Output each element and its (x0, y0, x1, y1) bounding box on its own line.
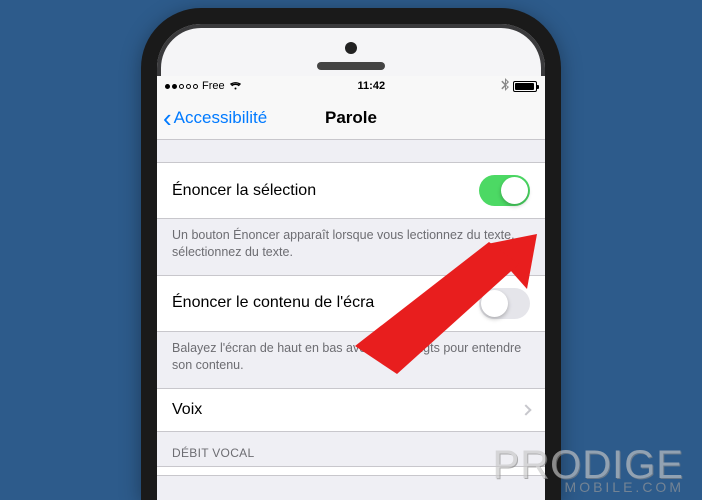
chevron-right-icon (520, 404, 531, 415)
back-label: Accessibilité (174, 108, 268, 128)
row-speak-selection[interactable]: Énoncer la sélection (157, 162, 545, 219)
row-rate[interactable] (157, 466, 545, 476)
section-header-rate: DÉBIT VOCAL (157, 432, 545, 466)
screen: Free 11:42 ‹ Accessibilité Parole (157, 76, 545, 500)
switch-speak-selection[interactable] (479, 175, 530, 206)
row-speak-screen-desc: Balayez l'écran de haut en bas avec deux… (157, 332, 545, 388)
nav-bar: ‹ Accessibilité Parole (157, 96, 545, 140)
clock: 11:42 (358, 80, 386, 92)
carrier-label: Free (202, 80, 225, 92)
status-bar: Free 11:42 (157, 76, 545, 96)
row-voice[interactable]: Voix (157, 388, 545, 432)
switch-speak-screen[interactable] (479, 288, 530, 319)
row-label: Énoncer le contenu de l'écra (172, 294, 374, 312)
speaker-grille (317, 62, 385, 70)
row-speak-selection-desc: Un bouton Énoncer apparaît lorsque vous … (157, 219, 545, 275)
bluetooth-icon (501, 78, 509, 94)
chevron-left-icon: ‹ (163, 105, 172, 131)
back-button[interactable]: ‹ Accessibilité (157, 105, 267, 131)
row-label: Voix (172, 401, 202, 419)
settings-list: Énoncer la sélection Un bouton Énoncer a… (157, 140, 545, 476)
signal-dots (165, 84, 198, 89)
row-speak-screen[interactable]: Énoncer le contenu de l'écra (157, 275, 545, 332)
row-label: Énoncer la sélection (172, 182, 316, 200)
battery-icon (513, 81, 537, 92)
phone-frame: Free 11:42 ‹ Accessibilité Parole (141, 8, 561, 500)
sensor-dot (345, 42, 357, 54)
wifi-icon (229, 80, 242, 93)
